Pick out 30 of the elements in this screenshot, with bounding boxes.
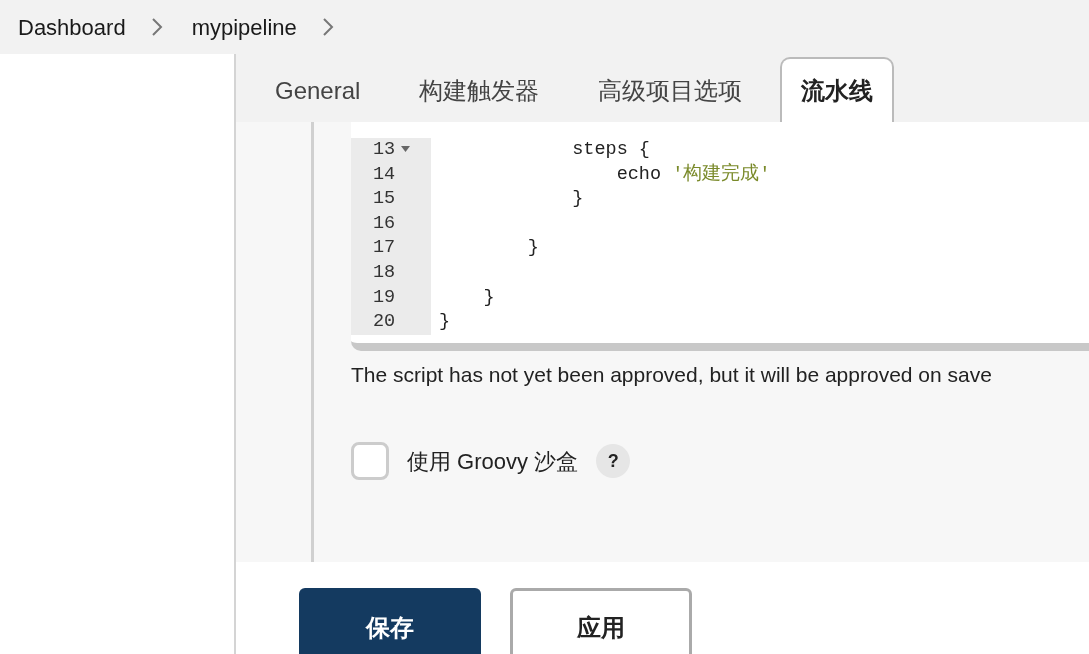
breadcrumb-link[interactable]: mypipeline [191, 10, 297, 44]
fold-icon[interactable] [401, 146, 411, 153]
save-button[interactable]: 保存 [299, 588, 481, 654]
breadcrumb-link[interactable]: Dashboard [18, 10, 126, 44]
tab[interactable]: General [254, 57, 382, 122]
tab[interactable]: 高级项目选项 [577, 57, 764, 122]
sandbox-label: 使用 Groovy 沙盒 [407, 447, 579, 476]
apply-button[interactable]: 应用 [510, 588, 692, 654]
line-number: 18 [351, 260, 431, 286]
line-number: 13 [351, 138, 431, 163]
chevron-icon [320, 16, 335, 38]
code-line: steps { [571, 139, 650, 160]
line-number: 15 [351, 187, 431, 212]
sandbox-checkbox[interactable] [351, 442, 389, 481]
tab[interactable]: 构建触发器 [398, 57, 561, 122]
chevron-icon [149, 16, 164, 38]
code-line: } [482, 286, 495, 308]
code-line: } [526, 237, 539, 259]
code-editor[interactable]: 13 steps { 14 echo '构建完成' 15 } 16 17 } 18 19 } 20 } [351, 122, 1089, 351]
line-number: 17 [351, 236, 431, 261]
line-number: 20 [351, 310, 431, 335]
tab[interactable]: 流水线 [780, 57, 895, 122]
code-line: } [439, 311, 451, 333]
help-button[interactable]: ? [596, 444, 631, 479]
approval-note: The script has not yet been approved, but it will be approved on save [351, 361, 993, 388]
code-line: } [571, 188, 584, 210]
line-number: 16 [351, 211, 431, 237]
code-line: echo '构建完成' [615, 163, 771, 185]
line-number: 14 [351, 162, 431, 188]
line-number: 19 [351, 285, 431, 311]
